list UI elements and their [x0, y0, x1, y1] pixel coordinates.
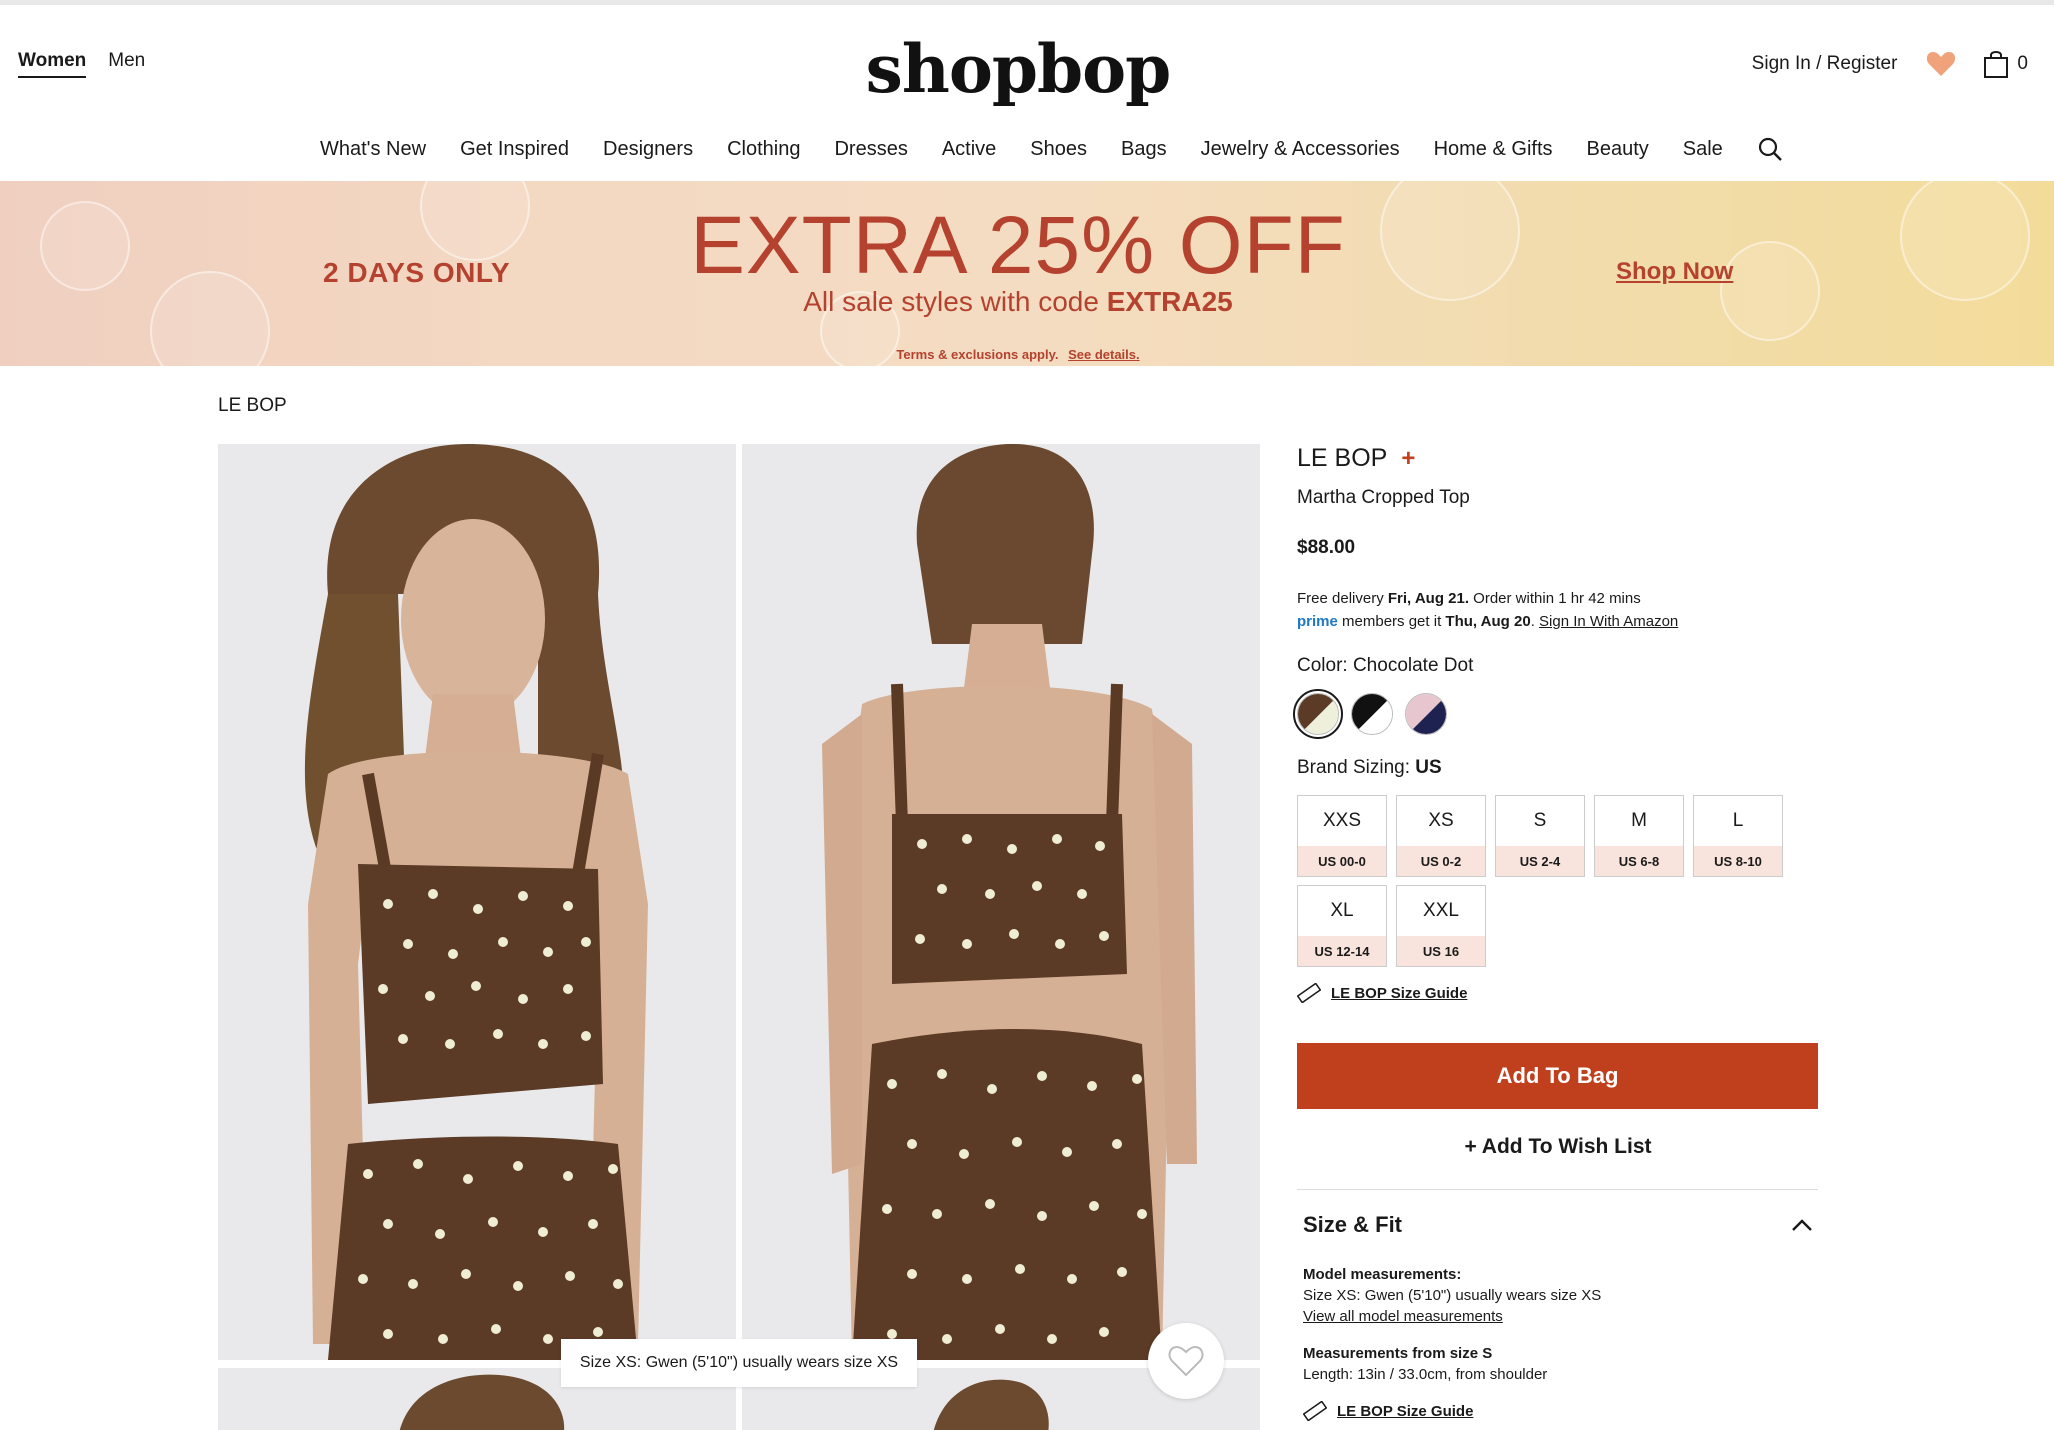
- delivery-info: Free delivery Fri, Aug 21. Order within …: [1297, 590, 1679, 630]
- brand-name[interactable]: LE BOP: [1297, 444, 1387, 473]
- nav-shoes[interactable]: Shoes: [1030, 138, 1087, 161]
- heart-outline-icon: [1168, 1345, 1204, 1377]
- size-label: XS: [1428, 810, 1454, 831]
- nav-bags[interactable]: Bags: [1121, 138, 1167, 161]
- measurements-label: Measurements from size S: [1303, 1345, 1493, 1362]
- sign-in-amazon-link[interactable]: Sign In With Amazon: [1539, 613, 1678, 630]
- ruler-icon: [1297, 983, 1321, 1003]
- nav-get-inspired[interactable]: Get Inspired: [460, 138, 569, 161]
- size-guide-text: LE BOP Size Guide: [1331, 984, 1468, 1002]
- nav-jewelry-accessories[interactable]: Jewelry & Accessories: [1201, 138, 1400, 161]
- model-size-caption: Size XS: Gwen (5'10") usually wears size…: [561, 1339, 917, 1387]
- color-label: Color: Chocolate Dot: [1297, 655, 1474, 676]
- bag-count: 0: [2017, 53, 2028, 74]
- sign-in-link[interactable]: Sign In / Register: [1752, 53, 1898, 75]
- size-guide-link[interactable]: LE BOP Size Guide: [1297, 983, 1819, 1003]
- wishlist-heart-button[interactable]: [1148, 1323, 1224, 1399]
- nav-active[interactable]: Active: [942, 138, 996, 161]
- swatch-chocolate-dot[interactable]: [1293, 689, 1343, 739]
- nav-home-gifts[interactable]: Home & Gifts: [1434, 138, 1553, 161]
- size-us: US 0-2: [1397, 846, 1485, 876]
- promo-banner[interactable]: 2 DAYS ONLY EXTRA 25% OFF All sale style…: [0, 181, 2054, 366]
- size-option-s[interactable]: S US 2-4: [1495, 795, 1585, 877]
- chevron-up-icon: [1792, 1219, 1812, 1231]
- size-fit-title: Size & Fit: [1303, 1212, 1403, 1237]
- size-label: S: [1533, 810, 1547, 831]
- nav-sale[interactable]: Sale: [1683, 138, 1723, 161]
- model-measurements-label: Model measurements:: [1303, 1266, 1462, 1283]
- size-label: XL: [1330, 900, 1354, 921]
- shopping-bag-icon[interactable]: [1983, 49, 2009, 79]
- size-label: L: [1732, 810, 1744, 831]
- product-image-front[interactable]: [218, 444, 736, 1360]
- color-swatches: [1293, 689, 1819, 739]
- measurements-text: Length: 13in / 33.0cm, from shoulder: [1303, 1366, 1548, 1383]
- shop-now-link[interactable]: Shop Now: [1616, 258, 1733, 286]
- model-measurements-text: Size XS: Gwen (5'10") usually wears size…: [1303, 1287, 1602, 1304]
- swatch-pink-navy[interactable]: [1405, 693, 1447, 735]
- nav-clothing[interactable]: Clothing: [727, 138, 800, 161]
- sizing-label-text: Brand Sizing:: [1297, 757, 1411, 778]
- size-option-m[interactable]: M US 6-8: [1594, 795, 1684, 877]
- prime-logo-icon: prime: [1297, 613, 1338, 630]
- account-bar: Sign In / Register 0: [1752, 48, 2028, 80]
- add-to-wishlist-button[interactable]: + Add To Wish List: [1297, 1135, 1819, 1159]
- ruler-icon: [1303, 1401, 1327, 1421]
- sizing-value: US: [1415, 757, 1442, 778]
- size-option-xs[interactable]: XS US 0-2: [1396, 795, 1486, 877]
- size-us: US 00-0: [1298, 846, 1386, 876]
- size-guide-text-2: LE BOP Size Guide: [1337, 1402, 1474, 1420]
- size-us: US 12-14: [1298, 936, 1386, 966]
- size-grid: XXS US 00-0 XS US 0-2 S US 2-4 M US 6-8 L US …: [1297, 795, 1819, 967]
- size-option-xxl[interactable]: XXL US 16: [1396, 885, 1486, 967]
- size-fit-header[interactable]: Size & Fit: [1297, 1212, 1819, 1238]
- banner-subtext: All sale styles with code EXTRA25: [0, 286, 2036, 318]
- divider: [1297, 1189, 1818, 1190]
- view-model-measurements-link[interactable]: View all model measurements: [1303, 1308, 1503, 1325]
- product-panel: LE BOP + Martha Cropped Top $88.00 Free …: [1293, 444, 1819, 1421]
- main-nav: What's New Get Inspired Designers Clothi…: [320, 136, 1783, 162]
- nav-designers[interactable]: Designers: [603, 138, 693, 161]
- shopbop-logo[interactable]: shopbop: [0, 30, 2036, 108]
- size-us: US 8-10: [1694, 846, 1782, 876]
- nav-beauty[interactable]: Beauty: [1587, 138, 1649, 161]
- banner-sub-text: All sale styles with code: [803, 286, 1099, 317]
- product-name: Martha Cropped Top: [1297, 487, 1470, 508]
- swatch-black-white[interactable]: [1351, 693, 1393, 735]
- prime-prefix: members get it: [1342, 613, 1442, 630]
- size-option-xl[interactable]: XL US 12-14: [1297, 885, 1387, 967]
- heart-icon[interactable]: [1925, 48, 1957, 80]
- prime-date: Thu, Aug 20: [1445, 613, 1531, 630]
- banner-code: EXTRA25: [1106, 286, 1233, 317]
- brand-row: LE BOP +: [1297, 444, 1819, 473]
- size-label: M: [1631, 810, 1647, 831]
- top-border: [0, 0, 2054, 5]
- size-guide-link-2[interactable]: LE BOP Size Guide: [1297, 1401, 1819, 1421]
- delivery-prefix: Free delivery: [1297, 590, 1384, 607]
- delivery-date: Fri, Aug 21.: [1387, 590, 1469, 607]
- brand-sizing-label: Brand Sizing: US: [1297, 757, 1819, 779]
- nav-whats-new[interactable]: What's New: [320, 138, 426, 161]
- size-us: US 6-8: [1595, 846, 1683, 876]
- nav-dresses[interactable]: Dresses: [834, 138, 907, 161]
- banner-terms-text: Terms & exclusions apply.: [896, 347, 1059, 362]
- banner-terms: Terms & exclusions apply. See details.: [0, 347, 2036, 362]
- product-price: $88.00: [1297, 537, 1356, 558]
- size-us: US 2-4: [1496, 846, 1584, 876]
- banner-see-details-link[interactable]: See details.: [1068, 347, 1140, 362]
- size-label: XXL: [1423, 900, 1459, 921]
- add-to-bag-button[interactable]: Add To Bag: [1297, 1043, 1818, 1109]
- follow-brand-button[interactable]: +: [1401, 445, 1415, 473]
- size-option-xxs[interactable]: XXS US 00-0: [1297, 795, 1387, 877]
- size-option-l[interactable]: L US 8-10: [1693, 795, 1783, 877]
- breadcrumb[interactable]: LE BOP: [218, 395, 287, 417]
- search-icon[interactable]: [1757, 136, 1783, 162]
- size-label: XXS: [1322, 810, 1362, 831]
- delivery-suffix: Order within 1 hr 42 mins: [1473, 590, 1641, 607]
- product-image-back[interactable]: [742, 444, 1260, 1360]
- size-fit-content: Model measurements: Size XS: Gwen (5'10"…: [1297, 1264, 1819, 1385]
- size-us: US 16: [1397, 936, 1485, 966]
